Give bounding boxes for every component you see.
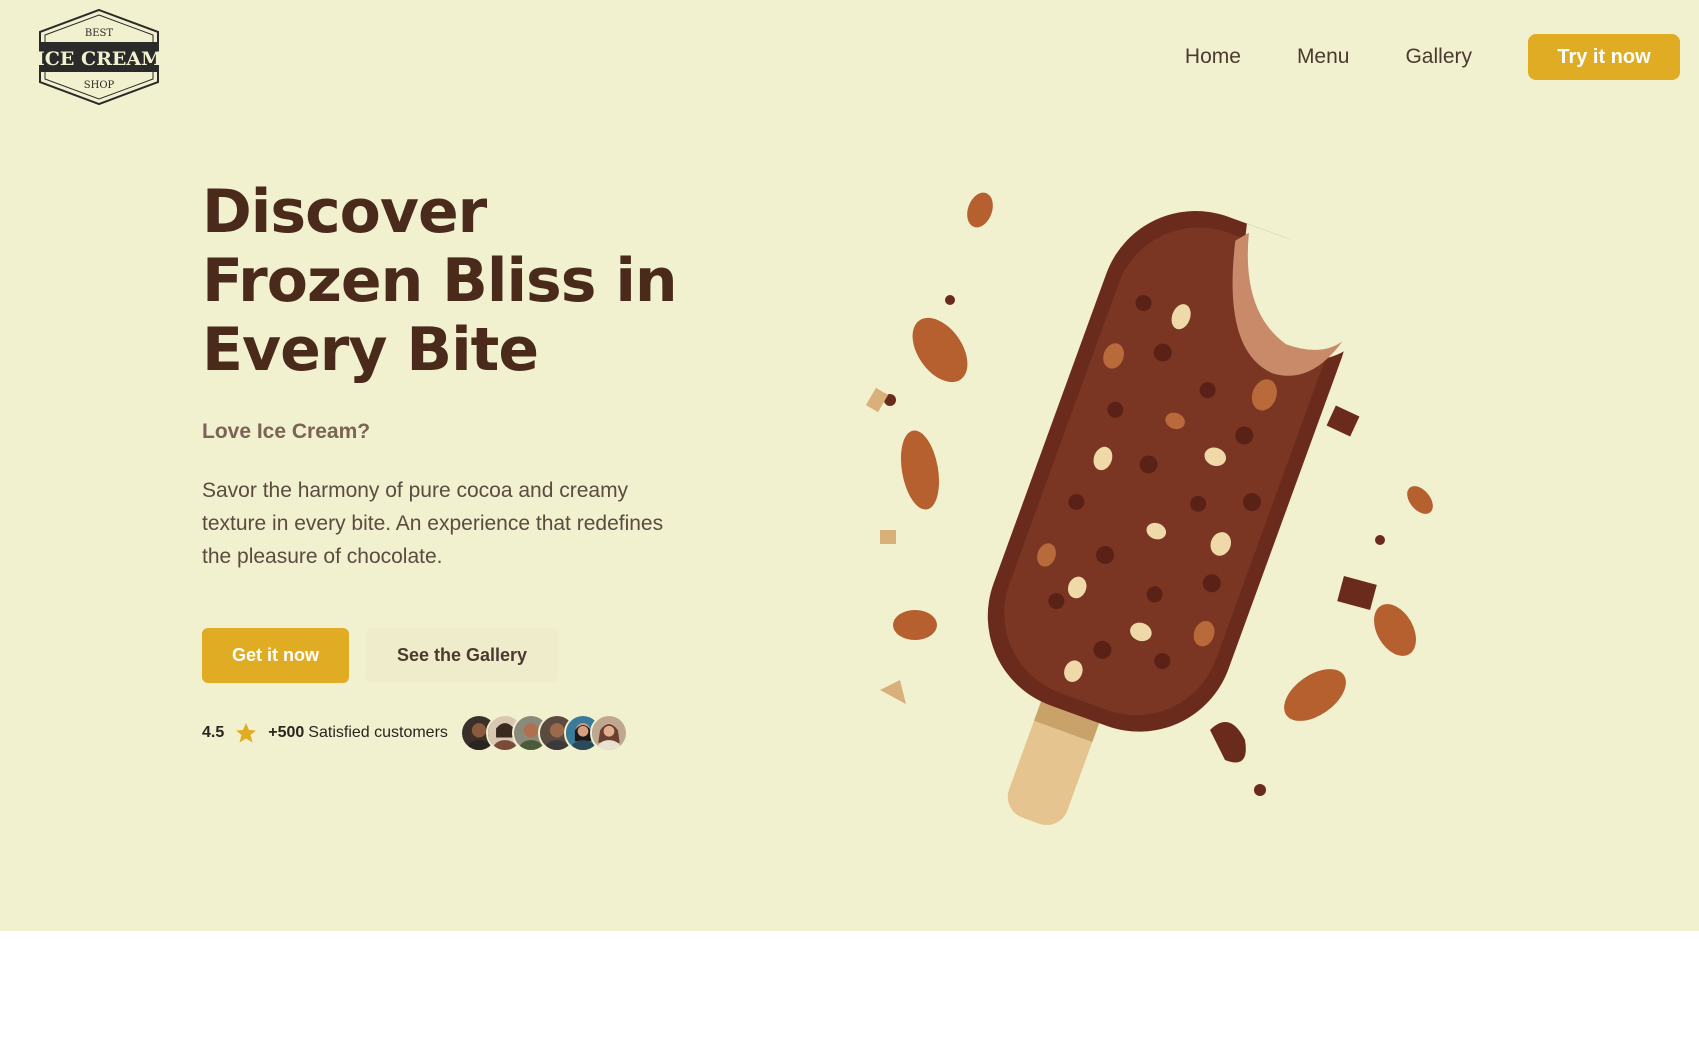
ice-cream-bar-image [865, 192, 1433, 826]
rating-value: 4.5 [202, 724, 225, 741]
customers-label: Satisfied customers [308, 724, 448, 741]
customer-avatars [459, 714, 628, 752]
rating-row: 4.5 +500 Satisfied customers [202, 713, 628, 753]
nav-gallery[interactable]: Gallery [1405, 45, 1472, 69]
logo-bottom-text: SHOP [84, 80, 115, 91]
logo[interactable]: BEST ICE CREAM SHOP [33, 6, 165, 108]
customers-count: +500 [268, 724, 305, 741]
see-gallery-button[interactable]: See the Gallery [366, 628, 558, 683]
main-nav: Home Menu Gallery Try it now [1185, 34, 1680, 80]
hero-title: Discover Frozen Bliss in Every Bite [202, 177, 678, 385]
try-it-now-button[interactable]: Try it now [1528, 34, 1680, 80]
hero-section: BEST ICE CREAM SHOP Home Menu Gallery Tr… [0, 0, 1699, 931]
logo-main-text: ICE CREAM [36, 48, 162, 70]
nav-menu[interactable]: Menu [1297, 45, 1350, 69]
avatar [589, 714, 628, 752]
star-icon [236, 723, 257, 743]
hero-description: Savor the harmony of pure cocoa and crea… [202, 479, 664, 568]
hero-subtitle: Love Ice Cream? [202, 420, 371, 443]
get-it-now-button[interactable]: Get it now [202, 628, 349, 683]
logo-top-text: BEST [85, 28, 113, 39]
nav-home[interactable]: Home [1185, 45, 1241, 69]
